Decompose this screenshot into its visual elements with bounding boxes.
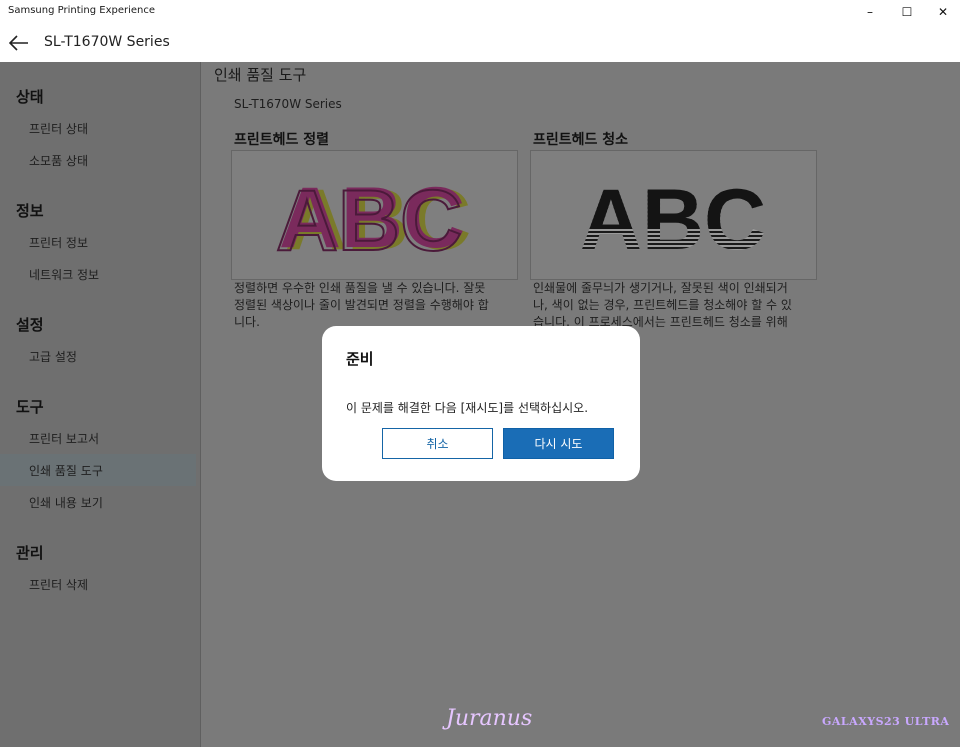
section-title-manage: 관리 (16, 544, 44, 562)
section-title-tools: 도구 (16, 398, 44, 416)
abc-misaligned-icon: ABC ABC ABC (275, 170, 471, 270)
dialog-message: 이 문제를 해결한 다음 [재시도]를 선택하십시오. (346, 401, 589, 415)
sidebar: 상태 프린터 상태 소모품 상태 정보 프린터 정보 네트워크 정보 설정 고급… (0, 62, 201, 747)
maximize-button[interactable]: ☐ (889, 0, 925, 24)
sidebar-item-label: 고급 설정 (29, 349, 77, 364)
card-desc-alignment: 정렬하면 우수한 인쇄 품질을 낼 수 있습니다. 잘못 정렬된 색상이나 줄이… (234, 280, 524, 331)
sidebar-item-printer-report[interactable]: 프린터 보고서 (0, 422, 196, 454)
sidebar-item-print-quality-tools[interactable]: 인쇄 품질 도구 (0, 454, 196, 486)
app-title: Samsung Printing Experience (8, 5, 156, 16)
sidebar-item-label: 인쇄 내용 보기 (29, 495, 103, 510)
section-title-settings: 설정 (16, 316, 44, 334)
back-button[interactable] (8, 32, 30, 54)
dialog-title: 준비 (346, 350, 374, 368)
card-title-cleaning: 프린트헤드 청소 (533, 132, 629, 148)
page-title: 인쇄 품질 도구 (214, 66, 307, 84)
alignment-abc-outline: ABC (276, 173, 462, 269)
sidebar-item-label: 네트워크 정보 (29, 267, 100, 282)
sidebar-item-label: 소모품 상태 (29, 153, 89, 168)
sidebar-item-label: 프린터 삭제 (29, 577, 89, 592)
sidebar-item-printer-status[interactable]: 프린터 상태 (0, 112, 196, 144)
cancel-button[interactable]: 취소 (382, 428, 493, 459)
desc-line: 나, 색이 없는 경우, 프린트헤드를 청소해야 할 수 있 (533, 298, 792, 312)
sidebar-item-label: 프린터 정보 (29, 235, 89, 250)
title-bar: Samsung Printing Experience – ☐ ✕ (0, 0, 960, 24)
sidebar-item-printer-info[interactable]: 프린터 정보 (0, 226, 196, 258)
sidebar-item-delete-printer[interactable]: 프린터 삭제 (0, 568, 196, 600)
sidebar-item-label: 프린터 보고서 (29, 431, 100, 446)
sidebar-item-label: 프린터 상태 (29, 121, 89, 136)
watermark-signature: Juranus (446, 706, 533, 731)
section-title-status: 상태 (16, 88, 44, 106)
desc-line: 정렬하면 우수한 인쇄 품질을 낼 수 있습니다. 잘못 (234, 281, 486, 295)
retry-button[interactable]: 다시 시도 (503, 428, 614, 459)
desc-line: 정렬된 색상이나 줄이 발견되면 정렬을 수행해야 합 (234, 298, 489, 312)
card-title-alignment: 프린트헤드 정렬 (234, 132, 330, 148)
header-bar: SL-T1670W Series (0, 24, 960, 62)
watermark-device: GALAXYS23 ULTRA (822, 715, 950, 728)
close-button[interactable]: ✕ (925, 0, 960, 24)
back-arrow-icon (9, 35, 28, 51)
sidebar-item-network-info[interactable]: 네트워크 정보 (0, 258, 196, 290)
abc-streaked-icon: ABC ABC (580, 172, 766, 268)
alignment-image[interactable]: ABC ABC ABC (231, 150, 518, 280)
desc-line: 인쇄물에 줄무늬가 생기거나, 잘못된 색이 인쇄되거 (533, 281, 788, 295)
sidebar-item-supplies-status[interactable]: 소모품 상태 (0, 144, 196, 176)
sidebar-item-advanced-settings[interactable]: 고급 설정 (0, 340, 196, 372)
cleaning-image[interactable]: ABC ABC (530, 150, 817, 280)
sidebar-item-label: 인쇄 품질 도구 (29, 463, 103, 478)
sidebar-item-view-print-content[interactable]: 인쇄 내용 보기 (0, 486, 196, 518)
device-name: SL-T1670W Series (44, 34, 170, 50)
minimize-button[interactable]: – (852, 0, 888, 24)
section-title-info: 정보 (16, 202, 44, 220)
model-name: SL-T1670W Series (234, 97, 342, 111)
ready-dialog: 준비 이 문제를 해결한 다음 [재시도]를 선택하십시오. 취소 다시 시도 (322, 326, 640, 481)
